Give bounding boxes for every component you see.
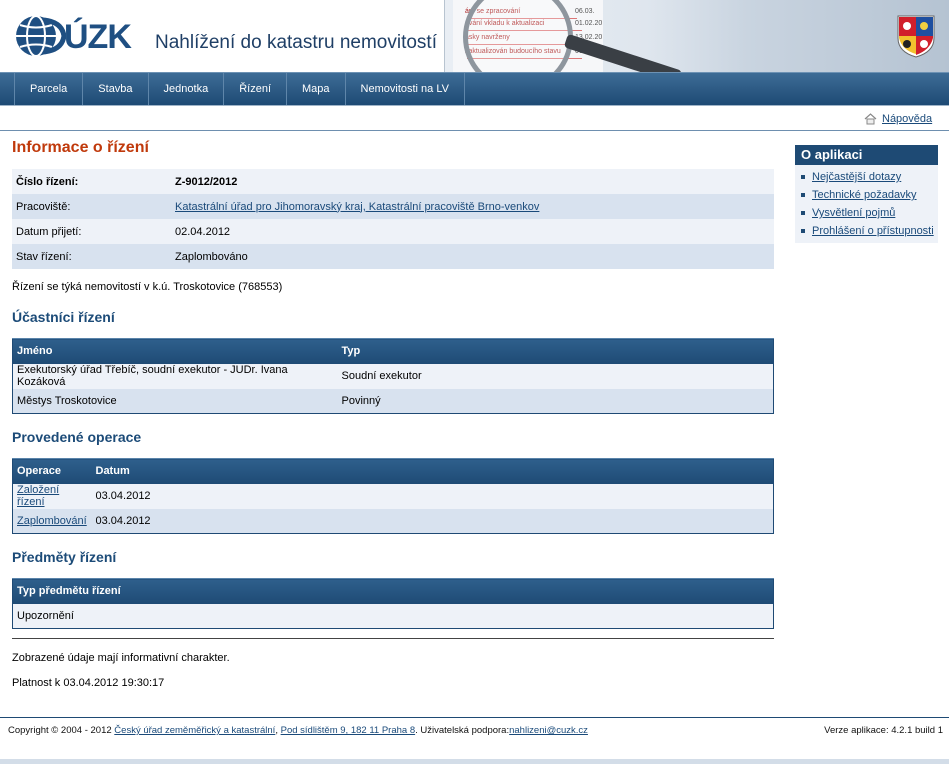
column-header: Typ předmětu řízení <box>12 578 774 604</box>
banner-date: 06.03. <box>575 8 595 15</box>
globe-icon <box>16 15 67 57</box>
nav-item-nemovitosti-na-lv[interactable]: Nemovitosti na LV <box>346 73 465 106</box>
subjects-heading: Předměty řízení <box>12 549 117 565</box>
sidebar-item: Prohlášení o přístupnosti <box>795 222 938 240</box>
support-label: Uživatelská podpora: <box>420 725 510 736</box>
coat-of-arms-icon <box>897 15 935 58</box>
participant-type: Povinný <box>337 388 774 414</box>
copyright-text: Copyright © 2004 - 2012 <box>8 725 112 736</box>
table-row: Upozornění <box>12 603 774 629</box>
column-header: Typ <box>337 338 774 364</box>
sidebar-item: Vysvětlení pojmů <box>795 204 938 222</box>
address-link[interactable]: Pod sídlištěm 9, 182 11 Praha 8 <box>281 725 416 736</box>
divider <box>0 105 949 106</box>
operations-table: Operace Datum Založení řízení 03.04.2012… <box>12 458 774 534</box>
sidebar-link-accessibility[interactable]: Prohlášení o přístupnosti <box>812 222 934 240</box>
table-row: Exekutorský úřad Třebíč, soudní exekutor… <box>12 363 774 389</box>
table-row: Stav řízení: Zaplombováno <box>12 244 774 269</box>
participant-name: Exekutorský úřad Třebíč, soudní exekutor… <box>12 363 338 389</box>
bullet-icon <box>801 175 805 179</box>
nav-item-parcela[interactable]: Parcela <box>15 73 84 106</box>
participant-name: Městys Troskotovice <box>12 388 338 414</box>
sidebar: O aplikaci Nejčastější dotazy Technické … <box>795 145 938 243</box>
info-value: Zaplombováno <box>171 244 774 269</box>
info-label: Stav řízení: <box>12 244 171 269</box>
footer-divider <box>0 717 949 718</box>
sidebar-link-requirements[interactable]: Technické požadavky <box>812 186 917 204</box>
workplace-link[interactable]: Katastrální úřad pro Jihomoravský kraj, … <box>175 201 539 213</box>
main-navigation: Parcela Stavba Jednotka Řízení Mapa Nemo… <box>0 72 949 106</box>
info-value: Z-9012/2012 <box>171 169 774 194</box>
bullet-icon <box>801 229 805 233</box>
nav-item-mapa[interactable]: Mapa <box>287 73 346 106</box>
scope-note: Řízení se týká nemovitostí v k.ú. Trosko… <box>12 281 283 293</box>
column-header: Jméno <box>12 338 338 364</box>
disclaimer-text: Zobrazené údaje mají informativní charak… <box>12 652 230 664</box>
column-header: Datum <box>91 458 774 484</box>
validity-text: Platnost k 03.04.2012 19:30:17 <box>12 677 165 689</box>
info-value: 02.04.2012 <box>171 219 774 244</box>
home-icon <box>864 113 877 125</box>
nav-item-jednotka[interactable]: Jednotka <box>149 73 225 106</box>
participants-heading: Účastníci řízení <box>12 309 115 325</box>
table-row: Založení řízení 03.04.2012 <box>12 483 774 509</box>
table-row: Číslo řízení: Z-9012/2012 <box>12 169 774 194</box>
sidebar-link-glossary[interactable]: Vysvětlení pojmů <box>812 204 895 222</box>
help-link[interactable]: Nápověda <box>882 113 932 125</box>
operation-link[interactable]: Zaplombování <box>17 515 87 527</box>
operation-date: 03.04.2012 <box>91 483 774 509</box>
operation-date: 03.04.2012 <box>91 508 774 534</box>
bottom-strip <box>0 759 949 764</box>
nav-item-rizeni[interactable]: Řízení <box>224 73 287 106</box>
participant-type: Soudní exekutor <box>337 363 774 389</box>
divider <box>0 130 949 131</box>
site-title: Nahlížení do katastru nemovitostí <box>155 32 437 53</box>
nav-item-stavba[interactable]: Stavba <box>83 73 149 106</box>
table-row: Městys Troskotovice Povinný <box>12 388 774 414</box>
sidebar-links: Nejčastější dotazy Technické požadavky V… <box>795 165 938 243</box>
footer: Copyright © 2004 - 2012 Český úřad zeměm… <box>8 725 588 736</box>
banner-date: 01.02.20 <box>575 20 603 27</box>
participants-table: Jméno Typ Exekutorský úřad Třebíč, soudn… <box>12 338 774 414</box>
info-label: Pracoviště: <box>12 194 171 219</box>
sidebar-item: Nejčastější dotazy <box>795 168 938 186</box>
table-row: Datum přijetí: 02.04.2012 <box>12 219 774 244</box>
cuzk-logo[interactable]: ÚZK <box>14 12 149 60</box>
table-row: Zaplombování 03.04.2012 <box>12 508 774 534</box>
divider <box>12 638 774 639</box>
table-row: Pracoviště: Katastrální úřad pro Jihomor… <box>12 194 774 219</box>
bullet-icon <box>801 193 805 197</box>
operation-link[interactable]: Založení řízení <box>17 484 59 508</box>
help-link-group[interactable]: Nápověda <box>864 113 932 125</box>
version-text: Verze aplikace: 4.2.1 build 1 <box>824 725 943 736</box>
org-link[interactable]: Český úřad zeměměřický a katastrální <box>114 725 275 736</box>
info-label: Datum přijetí: <box>12 219 171 244</box>
subject-type: Upozornění <box>12 603 774 629</box>
info-label: Číslo řízení: <box>12 169 171 194</box>
column-header: Operace <box>12 458 92 484</box>
magnifier-icon <box>463 0 573 72</box>
logo-text: ÚZK <box>64 18 132 56</box>
sidebar-item: Technické požadavky <box>795 186 938 204</box>
bullet-icon <box>801 211 805 215</box>
header-banner: ání se zpracování ávání vkladu k aktuali… <box>444 0 949 72</box>
info-value-workplace: Katastrální úřad pro Jihomoravský kraj, … <box>171 194 774 219</box>
sidebar-link-faq[interactable]: Nejčastější dotazy <box>812 168 901 186</box>
page-title: Informace o řízení <box>12 139 149 156</box>
header: ÚZK Nahlížení do katastru nemovitostí án… <box>0 0 949 72</box>
info-table: Číslo řízení: Z-9012/2012 Pracoviště: Ka… <box>12 169 774 269</box>
subjects-table: Typ předmětu řízení Upozornění <box>12 578 774 629</box>
operations-heading: Provedené operace <box>12 429 142 445</box>
support-email-link[interactable]: nahlizeni@cuzk.cz <box>509 725 588 736</box>
sidebar-title: O aplikaci <box>795 145 938 165</box>
main-content: Informace o řízení Číslo řízení: Z-9012/… <box>12 139 776 689</box>
